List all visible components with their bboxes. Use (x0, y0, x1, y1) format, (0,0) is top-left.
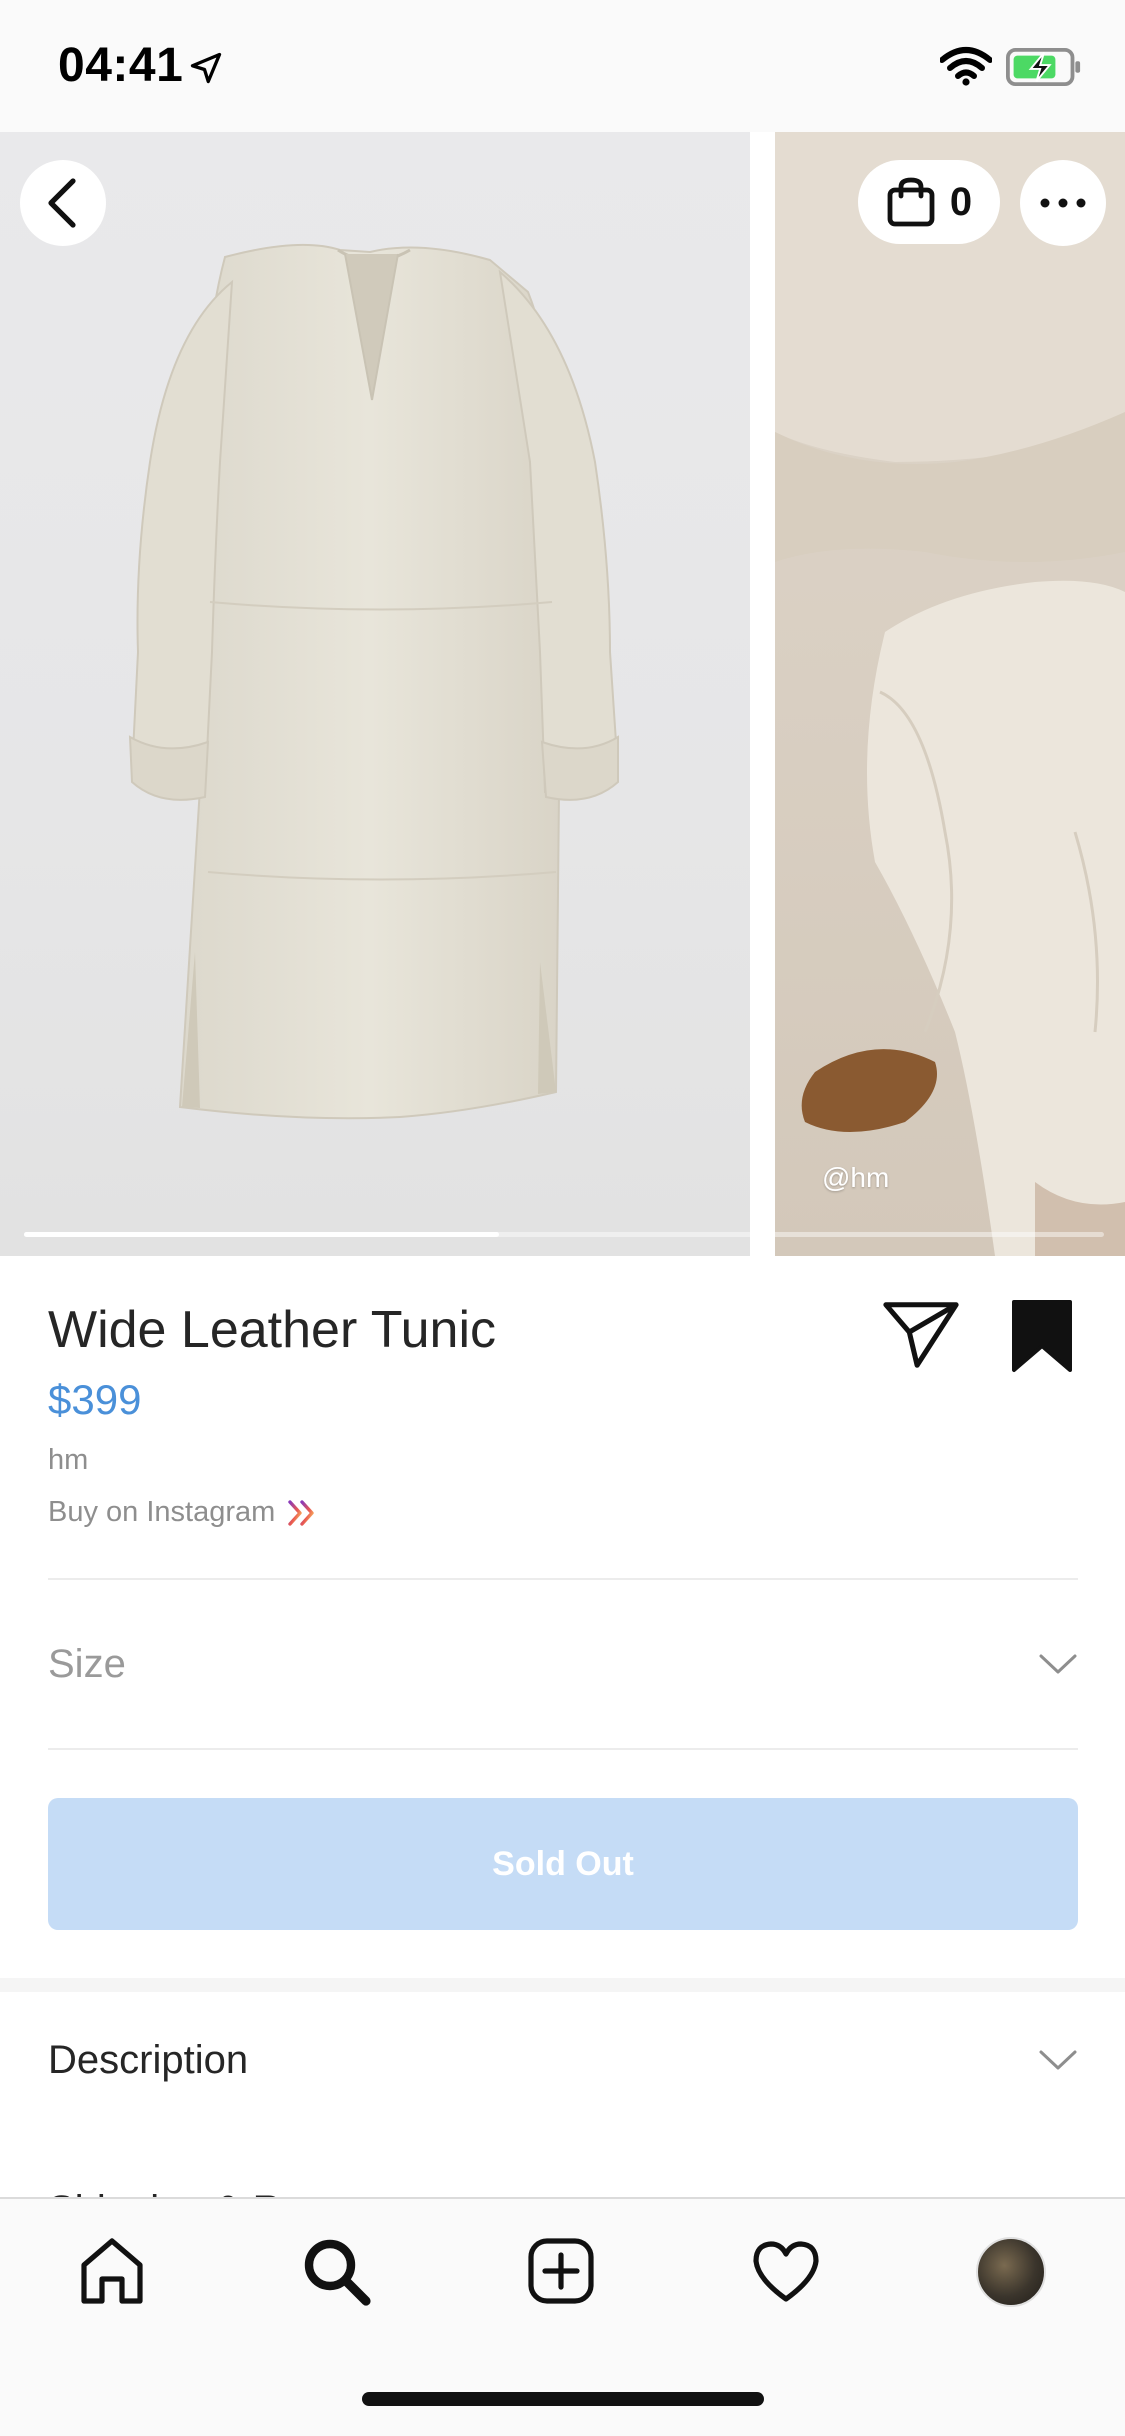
chevron-down-icon (1039, 1654, 1077, 1674)
shopping-bag-icon (887, 177, 935, 227)
bookmark-filled-icon[interactable] (1010, 1298, 1074, 1374)
tab-new-post[interactable] (521, 2231, 601, 2311)
heart-icon (753, 2241, 819, 2302)
media-progress-fill (24, 1232, 500, 1237)
photo-caption: @hm (822, 1162, 890, 1193)
product-media-carousel[interactable]: @hm (0, 132, 1125, 1256)
product-photo-main[interactable] (0, 132, 750, 1256)
new-post-icon (528, 2238, 594, 2304)
description-row[interactable]: Description (48, 2000, 1078, 2120)
description-label: Description (48, 2037, 249, 2082)
buy-link-label: Buy on Instagram (48, 1496, 276, 1528)
product-detail-screen: 04:41 @hm 0 Wide Leather Tunic $399 hm B… (0, 0, 1125, 2436)
model-illustration (775, 132, 1125, 1256)
sold-out-button[interactable]: Sold Out (48, 1798, 1078, 1930)
tab-activity[interactable] (746, 2231, 826, 2311)
battery-charging-icon (1006, 48, 1081, 86)
more-dots-icon (1040, 198, 1086, 208)
size-selector[interactable]: Size (48, 1580, 1078, 1748)
product-price: $399 (48, 1376, 142, 1423)
home-indicator (362, 2392, 764, 2406)
home-icon (81, 2238, 143, 2304)
section-separator (0, 1978, 1125, 1992)
product-title: Wide Leather Tunic (48, 1301, 497, 1359)
profile-avatar[interactable] (976, 2237, 1046, 2307)
search-icon (304, 2239, 371, 2306)
media-progress-track (24, 1232, 1104, 1237)
location-arrow-icon (190, 52, 222, 84)
tab-search[interactable] (296, 2231, 376, 2311)
double-chevron-right-icon (288, 1499, 314, 1526)
back-button[interactable] (20, 160, 106, 246)
status-bar: 04:41 (0, 0, 1125, 132)
tab-home[interactable] (72, 2231, 152, 2311)
shopping-bag-button[interactable]: 0 (858, 160, 1000, 244)
size-label: Size (48, 1641, 126, 1686)
bag-count: 0 (949, 179, 973, 224)
tunic-illustration (128, 243, 620, 1120)
buy-on-instagram-link[interactable]: Buy on Instagram (48, 1496, 321, 1529)
divider-bottom (48, 1748, 1078, 1750)
back-chevron-icon (48, 178, 76, 228)
share-paper-plane-icon[interactable] (882, 1298, 960, 1370)
wifi-icon (940, 47, 992, 86)
chevron-down-icon (1039, 2050, 1077, 2070)
merchant-name[interactable]: hm (48, 1444, 88, 1477)
status-time: 04:41 (58, 39, 184, 92)
product-photo-model[interactable] (775, 132, 1125, 1256)
more-options-button[interactable] (1020, 160, 1106, 246)
